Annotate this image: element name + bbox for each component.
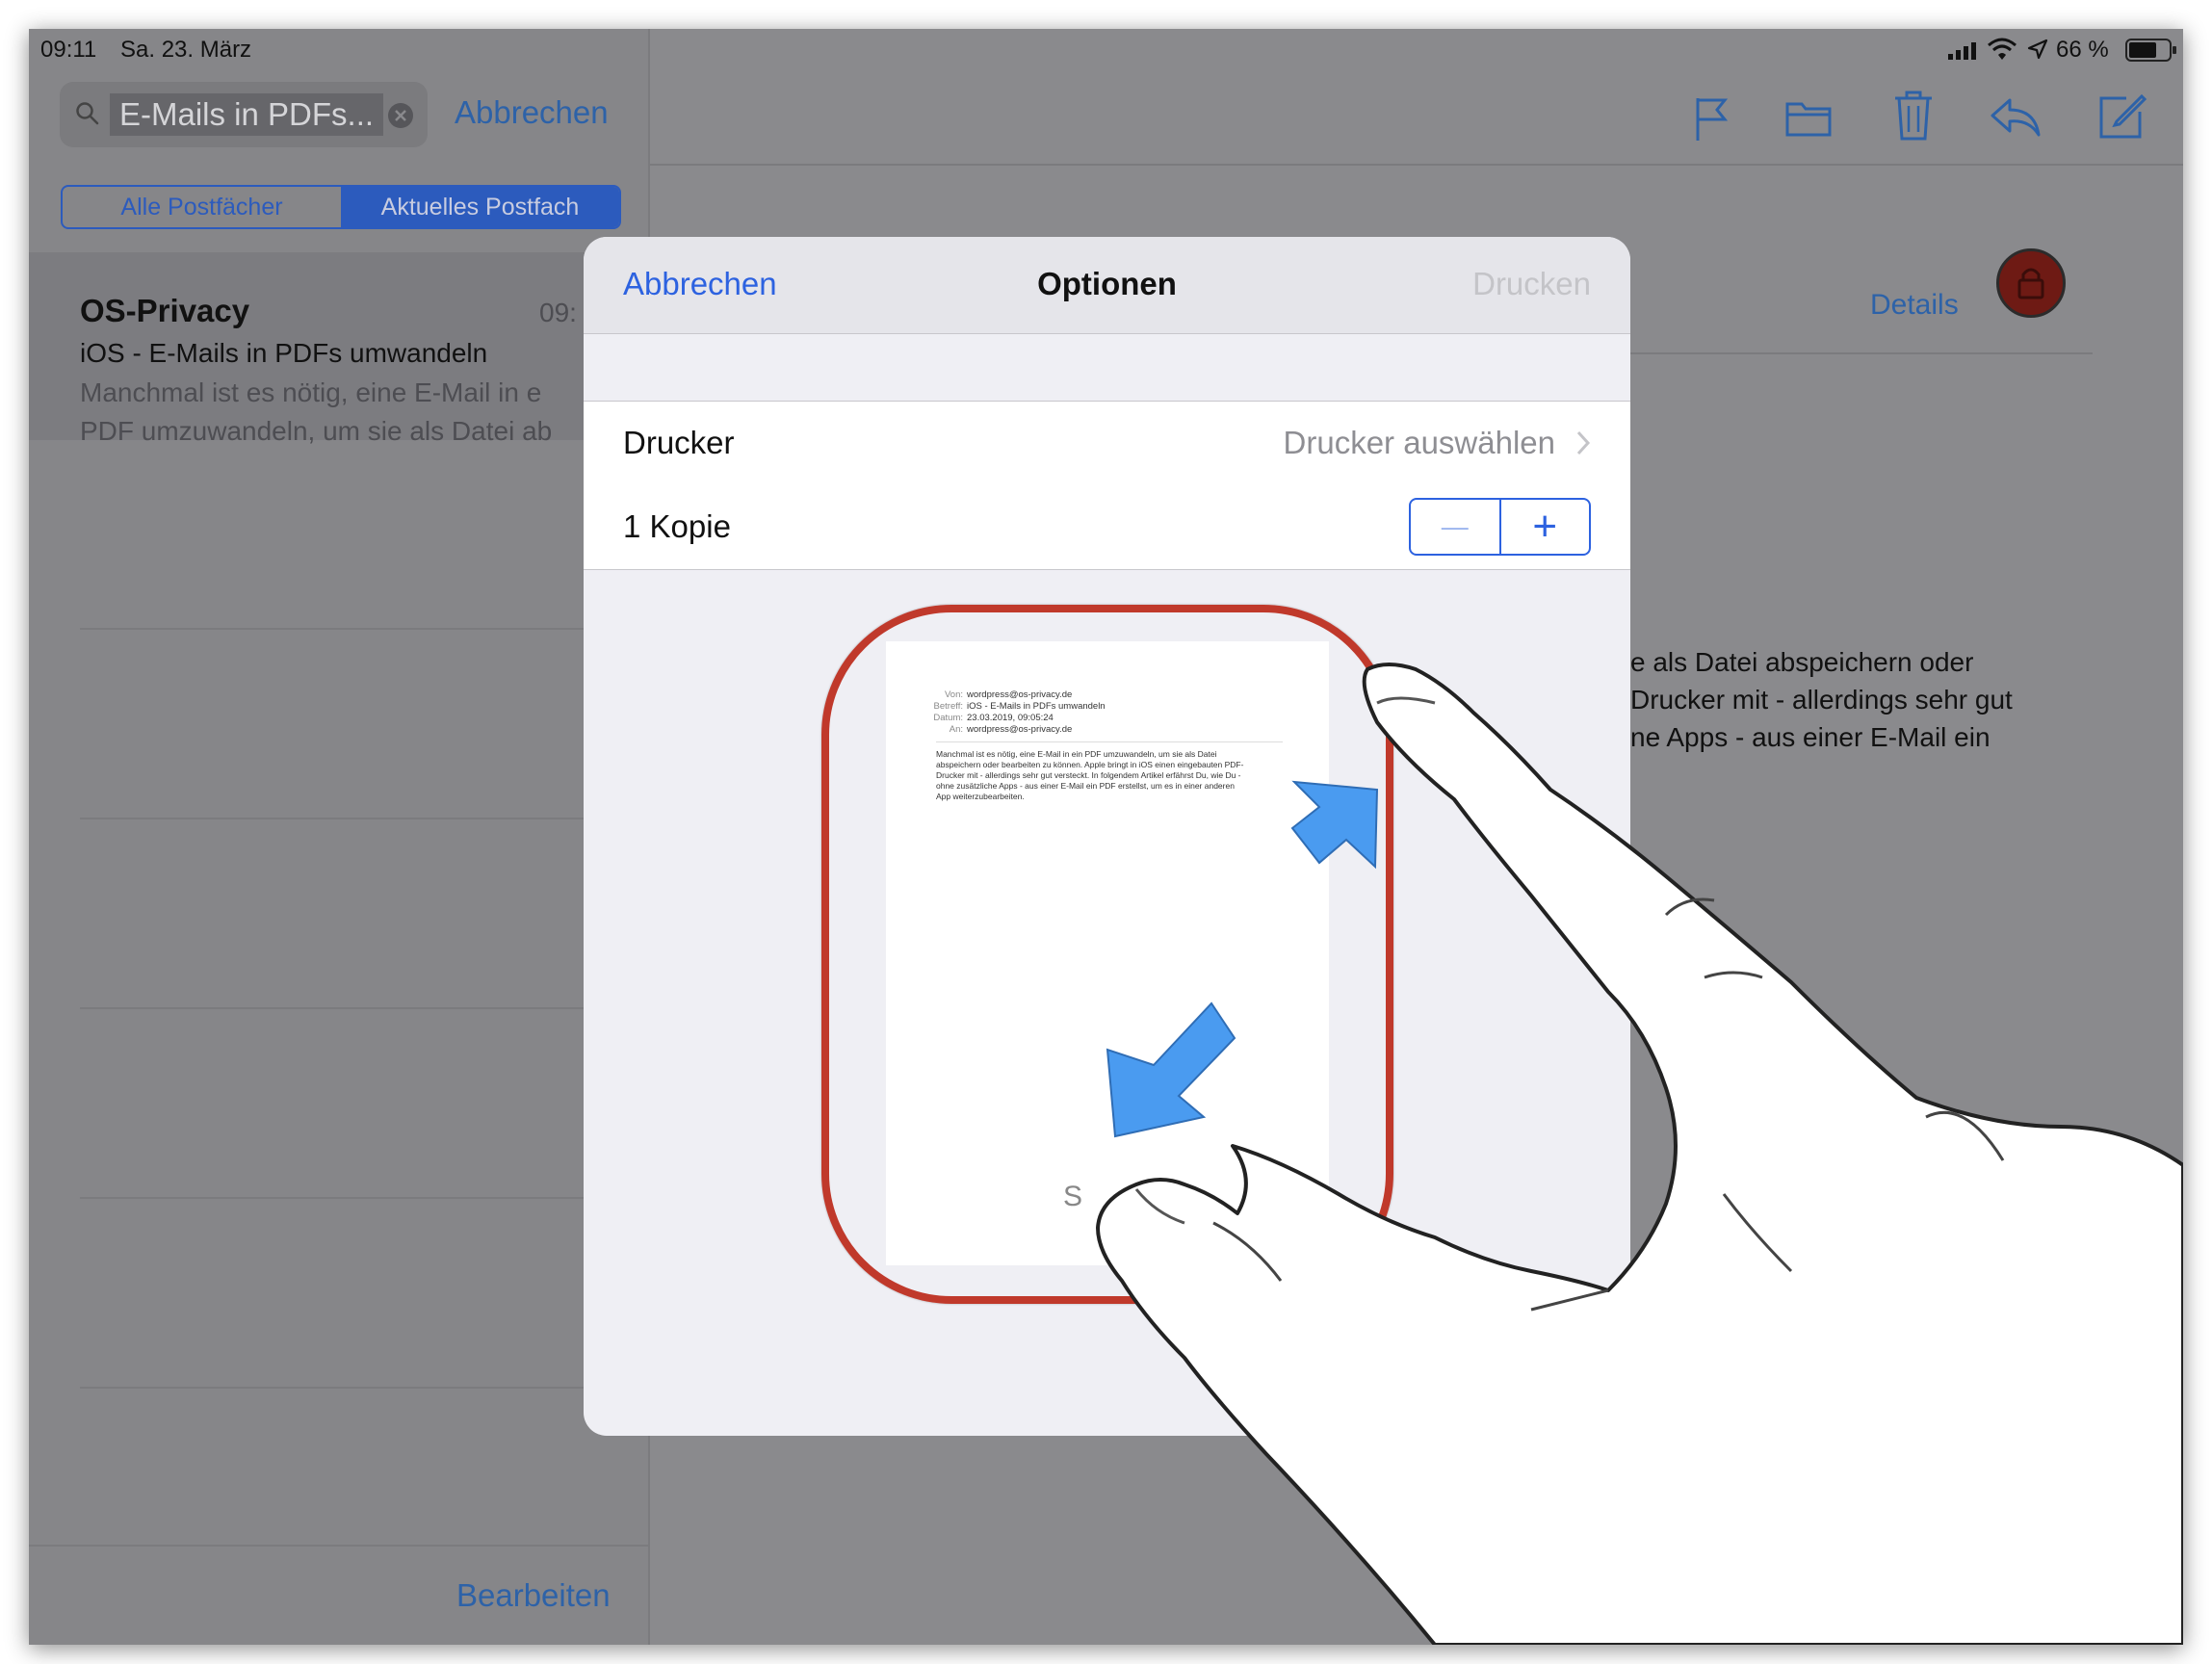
ipad-screen: E-Mails in PDFs... Abbrechen Alle Postfä… — [29, 29, 2183, 1645]
pinch-gesture-hand-illustration — [1096, 663, 2183, 1645]
